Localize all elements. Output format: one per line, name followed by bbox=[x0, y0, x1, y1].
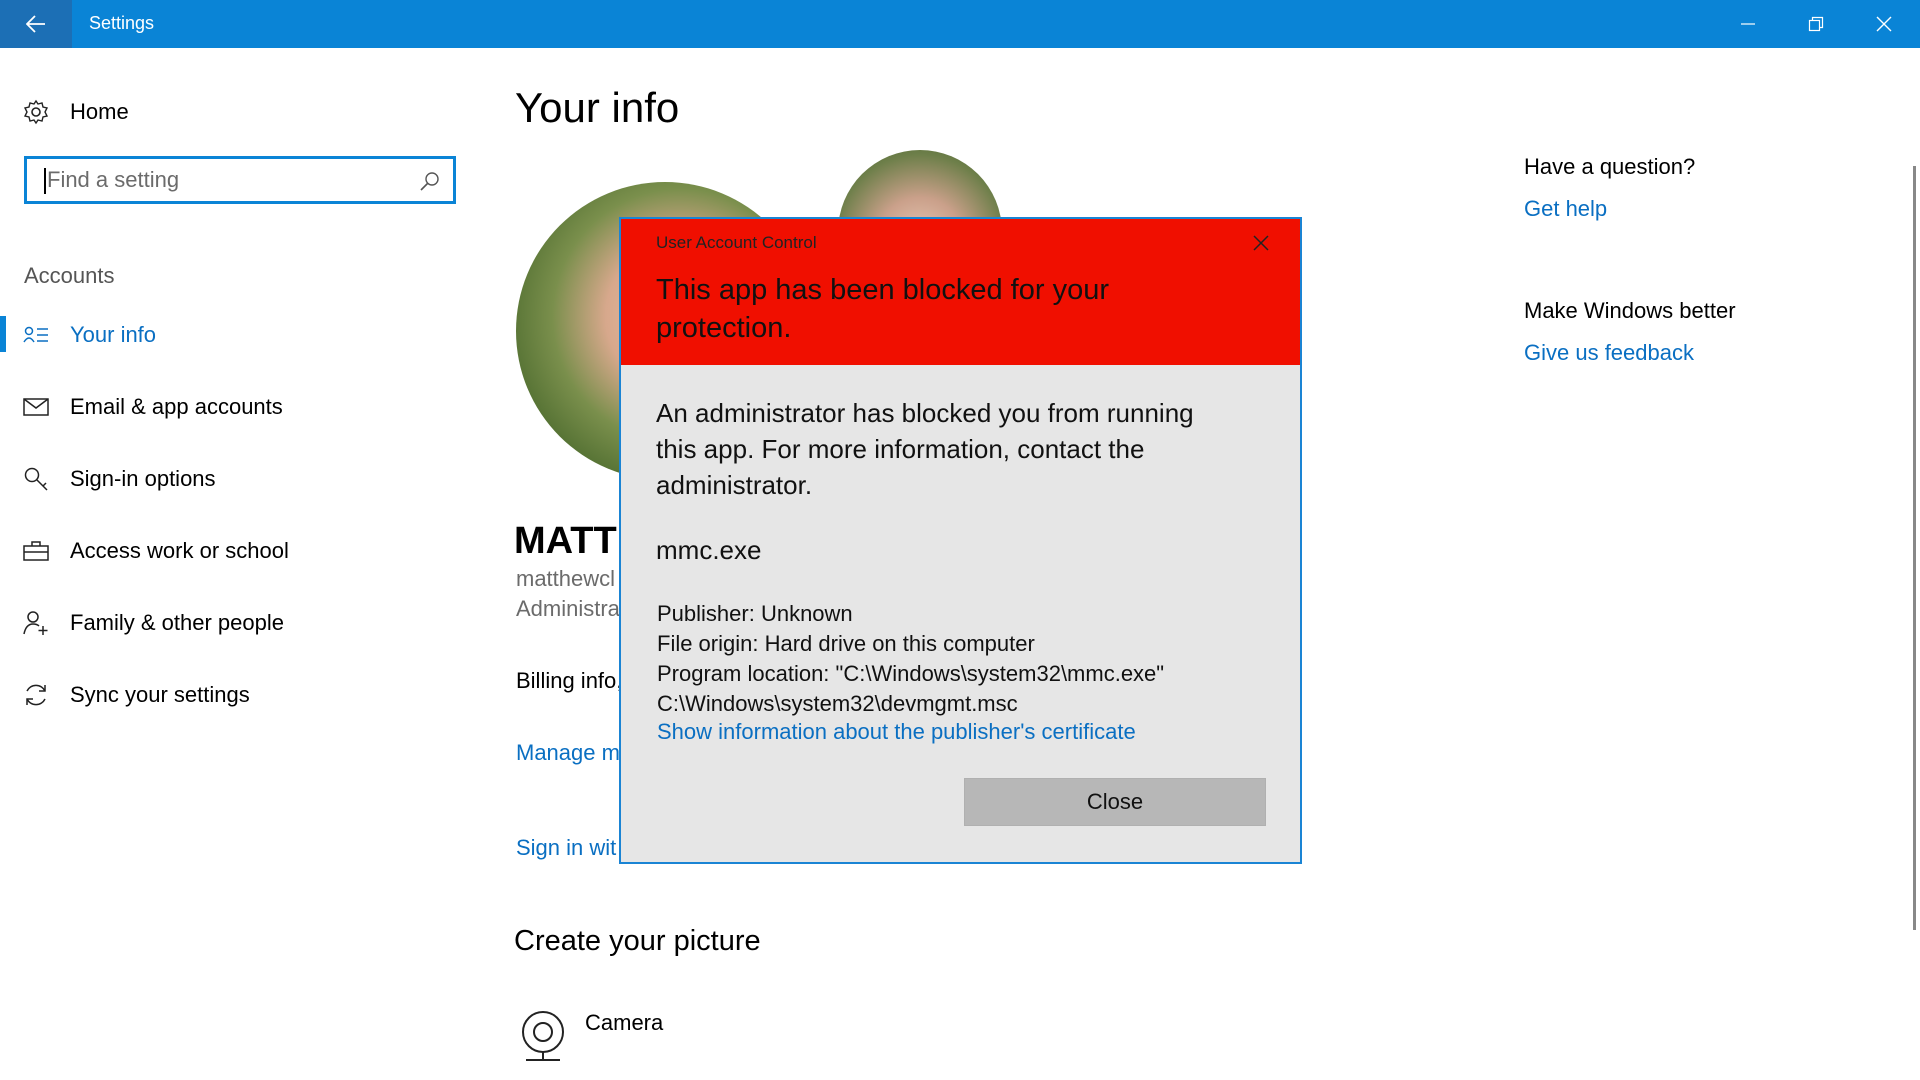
restore-icon bbox=[1808, 16, 1824, 32]
sidebar-item-email-accounts[interactable]: Email & app accounts bbox=[0, 384, 480, 430]
sidebar-item-your-info[interactable]: Your info bbox=[0, 312, 480, 358]
uac-caption: User Account Control bbox=[656, 233, 817, 252]
home-nav-item[interactable]: Home bbox=[22, 92, 129, 132]
sidebar-item-family-people[interactable]: Family & other people bbox=[0, 600, 480, 646]
sidebar-item-label: Sign-in options bbox=[70, 466, 216, 491]
close-button[interactable] bbox=[1850, 0, 1918, 48]
title-bar: Settings bbox=[0, 0, 1920, 48]
mail-icon bbox=[22, 393, 50, 421]
minimize-icon bbox=[1741, 23, 1755, 25]
page-title: Your info bbox=[515, 84, 680, 131]
sidebar: Home Accounts Your info Email & app acco… bbox=[0, 48, 480, 1080]
search-input[interactable] bbox=[47, 159, 407, 201]
create-picture-heading: Create your picture bbox=[514, 925, 761, 957]
home-label: Home bbox=[70, 99, 129, 124]
sidebar-item-label: Your info bbox=[70, 322, 157, 347]
camera-label[interactable]: Camera bbox=[585, 1010, 663, 1036]
uac-message: An administrator has blocked you from ru… bbox=[656, 398, 1194, 500]
user-name: MATT bbox=[514, 520, 617, 562]
manage-account-link[interactable]: Manage m bbox=[516, 740, 620, 766]
uac-header: User Account Control This app has been b… bbox=[621, 219, 1300, 365]
briefcase-icon bbox=[22, 537, 50, 565]
sidebar-item-label: Access work or school bbox=[70, 538, 289, 563]
uac-heading: This app has been blocked for your prote… bbox=[656, 274, 1109, 344]
sidebar-item-label: Sync your settings bbox=[70, 682, 250, 707]
close-icon[interactable] bbox=[1251, 233, 1271, 253]
section-label-accounts: Accounts bbox=[24, 263, 115, 288]
sync-icon bbox=[22, 681, 50, 709]
close-icon bbox=[1876, 16, 1892, 32]
uac-dialog: User Account Control This app has been b… bbox=[619, 217, 1302, 864]
scrollbar[interactable] bbox=[1913, 166, 1916, 930]
feedback-link[interactable]: Give us feedback bbox=[1524, 340, 1694, 366]
key-icon bbox=[22, 465, 50, 493]
make-windows-better: Make Windows better bbox=[1524, 298, 1736, 323]
search-icon[interactable] bbox=[419, 170, 441, 192]
arrow-left-icon bbox=[26, 15, 45, 33]
add-person-icon bbox=[22, 609, 50, 637]
gear-icon bbox=[22, 98, 50, 126]
active-indicator bbox=[0, 316, 6, 352]
window-title: Settings bbox=[89, 13, 155, 33]
user-email: matthewcl bbox=[516, 566, 616, 591]
sign-in-link[interactable]: Sign in wit bbox=[516, 835, 616, 861]
sidebar-item-sign-in-options[interactable]: Sign-in options bbox=[0, 456, 480, 502]
search-box[interactable] bbox=[24, 156, 456, 204]
back-button[interactable] bbox=[0, 0, 72, 48]
get-help-link[interactable]: Get help bbox=[1524, 196, 1607, 222]
uac-details: Publisher: Unknown File origin: Hard dri… bbox=[657, 599, 1257, 719]
restore-button[interactable] bbox=[1782, 0, 1850, 48]
sidebar-item-label: Family & other people bbox=[70, 610, 284, 635]
sidebar-item-access-work[interactable]: Access work or school bbox=[0, 528, 480, 574]
close-dialog-button[interactable]: Close bbox=[964, 778, 1266, 826]
text-caret bbox=[44, 168, 46, 194]
uac-app-name: mmc.exe bbox=[656, 535, 762, 565]
sidebar-item-label: Email & app accounts bbox=[70, 394, 283, 419]
person-list-icon bbox=[22, 321, 50, 349]
uac-file-origin: File origin: Hard drive on this computer bbox=[657, 631, 1035, 656]
sidebar-item-sync-settings[interactable]: Sync your settings bbox=[0, 672, 480, 718]
help-question: Have a question? bbox=[1524, 154, 1696, 179]
webcam-icon[interactable] bbox=[518, 1008, 568, 1064]
minimize-button[interactable] bbox=[1714, 0, 1782, 48]
publisher-certificate-link[interactable]: Show information about the publisher's c… bbox=[657, 719, 1136, 745]
uac-publisher: Publisher: Unknown bbox=[657, 601, 853, 626]
uac-program-location: Program location: "C:\Windows\system32\m… bbox=[657, 661, 1165, 716]
user-role: Administra bbox=[516, 596, 620, 621]
